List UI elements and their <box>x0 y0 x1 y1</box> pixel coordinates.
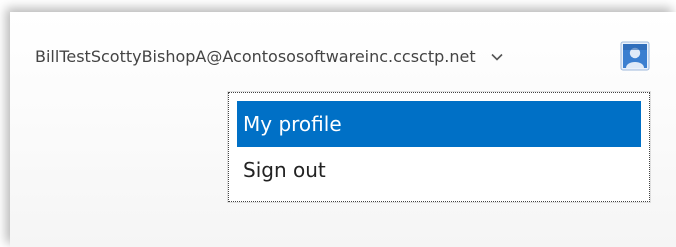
menu-item-label: Sign out <box>243 158 326 182</box>
menu-item-label: My profile <box>243 112 342 136</box>
account-switcher[interactable]: BillTestScottyBishopA@Acontososoftwarein… <box>35 43 504 69</box>
menu-item-sign-out[interactable]: Sign out <box>237 147 641 193</box>
menu-item-my-profile[interactable]: My profile <box>237 101 641 147</box>
user-avatar-icon[interactable] <box>620 41 650 71</box>
account-email: BillTestScottyBishopA@Acontososoftwarein… <box>35 46 476 66</box>
account-dropdown-menu: My profile Sign out <box>228 92 650 202</box>
screenshot-frame: BillTestScottyBishopA@Acontososoftwarein… <box>0 0 676 247</box>
chevron-down-icon[interactable] <box>490 49 504 63</box>
